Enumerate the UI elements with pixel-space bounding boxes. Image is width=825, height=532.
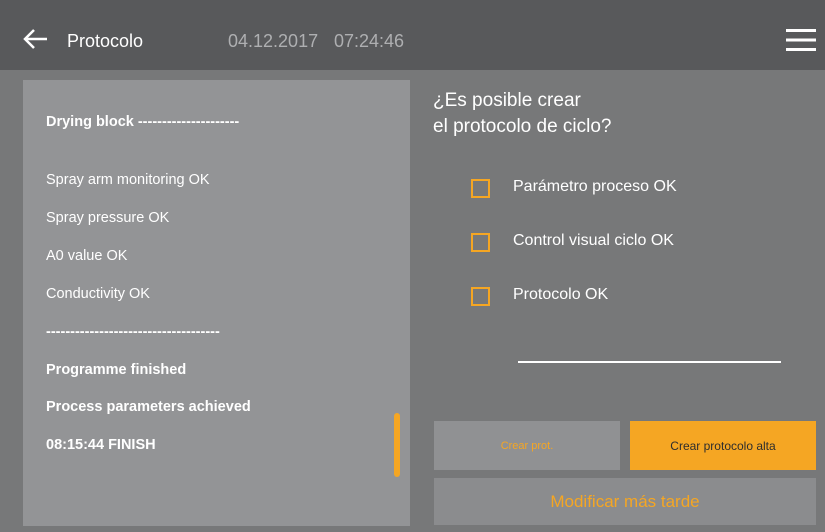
question-line-2: el protocolo de ciclo? (433, 116, 612, 137)
log-line: Spray pressure OK (46, 210, 170, 226)
checkbox[interactable] (471, 287, 490, 306)
log-line: ------------------------------------ (46, 324, 220, 340)
crear-prot-button[interactable]: Crear prot. (434, 421, 620, 470)
question-line-1: ¿Es posible crear (433, 90, 581, 111)
log-line: Process parameters achieved (46, 399, 251, 415)
hamburger-menu-icon[interactable] (786, 29, 816, 51)
checkbox[interactable] (471, 233, 490, 252)
protocol-log-panel[interactable]: Drying block --------------------- Spray… (23, 80, 410, 526)
checkbox[interactable] (471, 179, 490, 198)
log-line: Programme finished (46, 362, 187, 378)
log-line: Spray arm monitoring OK (46, 172, 210, 188)
checkbox-label: Control visual ciclo OK (513, 232, 674, 249)
back-arrow-icon[interactable] (22, 27, 48, 51)
header-time: 07:24:46 (334, 31, 405, 51)
log-line: 08:15:44 FINISH (46, 437, 156, 453)
header-bar: Protocolo 04.12.2017 07:24:46 (0, 0, 825, 70)
checkbox-label: Parámetro proceso OK (513, 178, 677, 195)
crear-protocolo-alta-button[interactable]: Crear protocolo alta (630, 421, 816, 470)
header-date: 04.12.2017 (228, 31, 319, 51)
log-line: Conductivity OK (46, 286, 150, 302)
question-text: ¿Es posible crear el protocolo de ciclo? (433, 88, 612, 140)
modificar-mas-tarde-button[interactable]: Modificar más tarde (434, 478, 816, 525)
checkbox-label: Protocolo OK (513, 286, 609, 303)
page-title: Protocolo (67, 31, 144, 51)
scrollbar-thumb[interactable] (394, 413, 400, 477)
log-line: Drying block --------------------- (46, 114, 240, 130)
log-line: A0 value OK (46, 248, 128, 264)
signature-line (518, 361, 781, 363)
